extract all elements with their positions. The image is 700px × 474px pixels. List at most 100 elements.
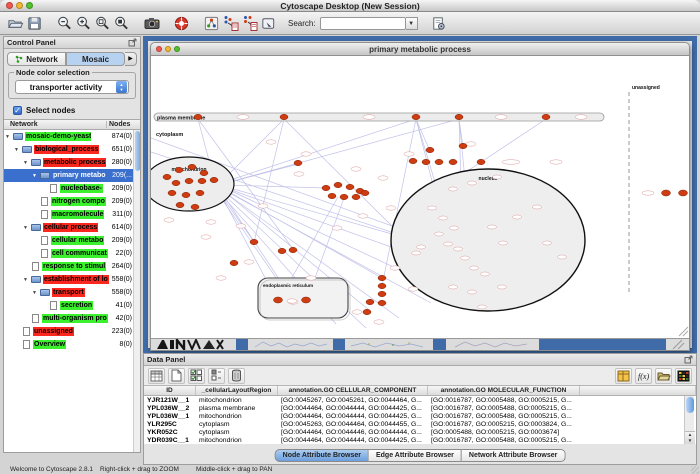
search-input[interactable]: [320, 17, 406, 30]
network-window[interactable]: primary metabolic process: [150, 42, 690, 351]
tab-network[interactable]: Network: [7, 52, 66, 66]
tree-row[interactable]: ▼establishment of lo558(0): [4, 273, 140, 286]
column-header[interactable]: annotation.GO MOLECULAR_FUNCTION: [428, 386, 580, 395]
column-header[interactable]: [580, 386, 696, 395]
select-attributes-icon[interactable]: [148, 368, 165, 384]
tree-row[interactable]: cellular metabo209(0): [4, 234, 140, 247]
tree-row[interactable]: ▼mosaic-demo-yeast874(0): [4, 130, 140, 143]
tree-row-label: macromolecule: [51, 210, 104, 219]
tab-node-attribute-browser[interactable]: Node Attribute Browser: [275, 449, 369, 462]
expand-triangle-icon[interactable]: ▼: [32, 173, 40, 179]
tree-header-nodes[interactable]: Nodes: [106, 121, 140, 128]
expand-triangle-icon[interactable]: ▼: [23, 277, 31, 283]
tab-edge-attribute-browser[interactable]: Edge Attribute Browser: [369, 449, 462, 462]
search-options-icon[interactable]: [429, 14, 448, 33]
tree-row[interactable]: Overview8(0): [4, 338, 140, 351]
tree-row[interactable]: ▼metabolic process280(0): [4, 156, 140, 169]
background-windows-strip[interactable]: [150, 338, 690, 351]
tree-row[interactable]: secretion41(0): [4, 299, 140, 312]
table-row[interactable]: YPL036W__2plasma membrane[GO:0044464, GO…: [144, 404, 696, 412]
zoom-fit-icon[interactable]: [112, 14, 131, 33]
table-row[interactable]: YJR121W__1mitochondrion[GO:0045267, GO:0…: [144, 396, 696, 404]
zoom-button[interactable]: [174, 46, 180, 52]
table-scrollbar[interactable]: ▲▼: [684, 396, 694, 444]
window-resize-grip[interactable]: [691, 466, 699, 474]
table-row[interactable]: YLR295Ccytoplasm[GO:0045263, GO:0044464,…: [144, 420, 696, 428]
data-panel-header: Data Panel: [144, 354, 696, 366]
tree-row[interactable]: cell communicat22(0): [4, 247, 140, 260]
canvas-resize-grip[interactable]: [679, 327, 688, 336]
vizmapper-icon[interactable]: [202, 14, 221, 33]
file-icon: [50, 184, 57, 193]
tab-mosaic[interactable]: Mosaic: [66, 52, 125, 66]
table-cell: cytoplasm: [196, 429, 278, 436]
heatmap-icon[interactable]: [675, 368, 692, 384]
column-header[interactable]: ID: [144, 386, 196, 395]
table-scrollbar-buttons[interactable]: ▲▼: [685, 431, 695, 444]
zoom-out-icon[interactable]: [55, 14, 74, 33]
table-row[interactable]: YKR052Ccytoplasm[GO:0044464, GO:0044446,…: [144, 428, 696, 436]
tree-row[interactable]: ▼primary metabo209(...: [4, 169, 140, 182]
expand-triangle-icon[interactable]: ▼: [5, 134, 13, 140]
close-button[interactable]: [156, 46, 162, 52]
node-color-dropdown[interactable]: transporter activity ▲▼: [15, 80, 129, 94]
import-attributes-icon[interactable]: [655, 368, 672, 384]
tree-row[interactable]: ▼transport558(0): [4, 286, 140, 299]
tree-scrollbar-thumb[interactable]: [135, 131, 140, 171]
minimize-button[interactable]: [165, 46, 171, 52]
tab-network-attribute-browser[interactable]: Network Attribute Browser: [462, 449, 565, 462]
save-icon[interactable]: [25, 14, 44, 33]
trash-icon[interactable]: [228, 368, 245, 384]
search-dropdown-arrow-icon[interactable]: ▼: [406, 17, 418, 30]
region-nucleus[interactable]: [391, 169, 585, 311]
snapshot-icon[interactable]: [142, 14, 161, 33]
folder-icon: [22, 146, 32, 153]
tree-row[interactable]: nitrogen compo209(0): [4, 195, 140, 208]
region-label-endoplasmic-reticulum: endoplasmic reticulum: [263, 283, 313, 288]
expand-triangle-icon[interactable]: ▼: [23, 160, 31, 166]
zoom-region-icon[interactable]: [93, 14, 112, 33]
expand-triangle-icon[interactable]: ▼: [32, 290, 40, 296]
tree-row[interactable]: nucleobase-209(0): [4, 182, 140, 195]
tree-row[interactable]: unassigned223(0): [4, 325, 140, 338]
table-scrollbar-thumb[interactable]: [686, 397, 694, 413]
zoom-in-icon[interactable]: [74, 14, 93, 33]
attribute-table-icon[interactable]: [615, 368, 632, 384]
select-nodes-label: Select nodes: [26, 106, 75, 115]
expand-triangle-icon[interactable]: ▼: [23, 225, 31, 231]
table-row[interactable]: YDR039C__1mitochondrion[GO:0044464, GO:0…: [144, 436, 696, 444]
tree-row[interactable]: multi-organism pro42(0): [4, 312, 140, 325]
attribute-list-icon[interactable]: [208, 368, 225, 384]
table-row[interactable]: YPL036W__1mitochondrion[GO:0044464, GO:0…: [144, 412, 696, 420]
open-icon[interactable]: [6, 14, 25, 33]
column-header[interactable]: annotation.GO CELLULAR_COMPONENT: [278, 386, 428, 395]
delete-attributes-icon[interactable]: [188, 368, 205, 384]
dropdown-stepper-icon: ▲▼: [116, 81, 127, 93]
select-nodes-checkbox[interactable]: ✓: [13, 106, 22, 115]
tree-row[interactable]: ▼cellular process614(0): [4, 221, 140, 234]
tree-row[interactable]: macromolecule311(0): [4, 208, 140, 221]
tree-row[interactable]: response to stimul264(0): [4, 260, 140, 273]
formula-icon[interactable]: f(x): [635, 368, 652, 384]
export-network-icon[interactable]: [240, 14, 259, 33]
zoom-button[interactable]: [26, 2, 33, 9]
status-zoom-hint: Right-click + drag to ZOOM: [100, 466, 179, 473]
tree-row-label: cellular metabo: [51, 236, 104, 245]
tab-overflow-arrow-icon[interactable]: ▶: [125, 52, 137, 66]
float-panel-icon[interactable]: [684, 355, 693, 364]
close-button[interactable]: [6, 2, 13, 9]
expand-triangle-icon[interactable]: ▼: [14, 147, 22, 153]
new-attribute-icon[interactable]: [168, 368, 185, 384]
minimize-button[interactable]: [16, 2, 23, 9]
help-icon[interactable]: [172, 14, 191, 33]
tree-scrollbar[interactable]: [133, 130, 140, 452]
annotation-icon[interactable]: [259, 14, 278, 33]
tree-header-network[interactable]: Network: [4, 121, 106, 128]
network-window-titlebar[interactable]: primary metabolic process: [150, 42, 690, 56]
network-canvas[interactable]: plasma membrane cytoplasm mitochondrion …: [150, 56, 690, 338]
region-plasma-membrane[interactable]: [154, 113, 604, 121]
import-network-icon[interactable]: [221, 14, 240, 33]
column-header[interactable]: _cellularLayoutRegion: [196, 386, 278, 395]
tree-row[interactable]: ▼biological_process651(0): [4, 143, 140, 156]
float-panel-icon[interactable]: [128, 38, 137, 47]
